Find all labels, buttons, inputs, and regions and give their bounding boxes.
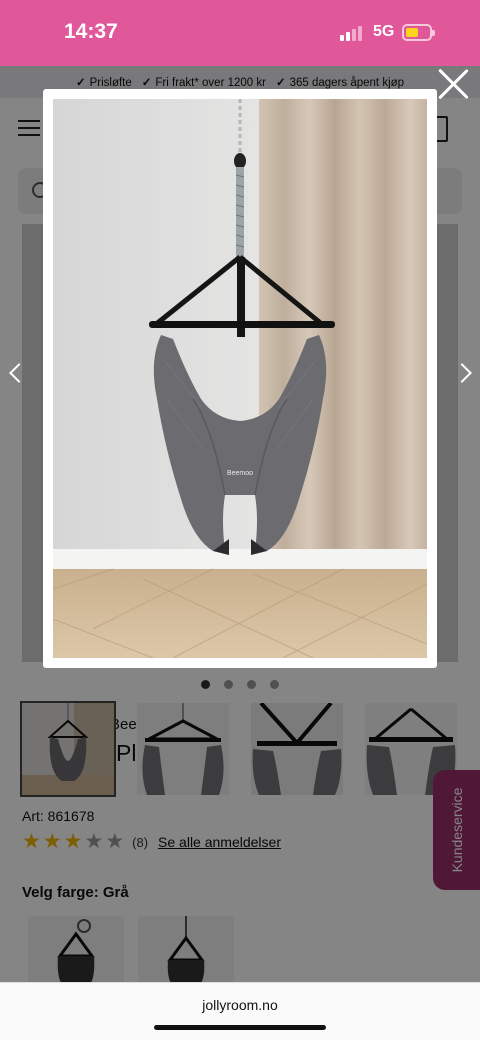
network-type: 5G (373, 23, 395, 40)
status-time: 14:37 (64, 20, 118, 43)
home-indicator[interactable] (154, 1025, 326, 1030)
svg-text:Beemoo: Beemoo (227, 470, 253, 477)
signal-icon (340, 25, 366, 41)
status-bar: 14:37 5G (0, 0, 480, 66)
url-text[interactable]: jollyroom.no (0, 997, 480, 1013)
close-icon[interactable] (436, 66, 470, 100)
product-photo: Beemoo (53, 99, 427, 658)
battery-icon (402, 24, 435, 41)
browser-address-bar[interactable]: jollyroom.no (0, 982, 480, 1040)
lightbox-image-frame: Beemoo (43, 89, 437, 668)
